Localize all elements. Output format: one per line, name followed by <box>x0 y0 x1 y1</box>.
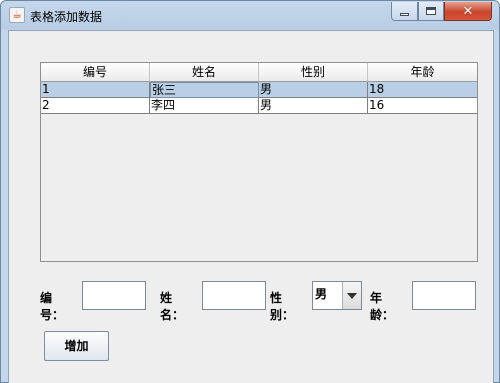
java-cup-icon: ☕ <box>9 7 25 23</box>
chevron-down-icon <box>347 292 357 299</box>
table-cell[interactable]: 男 <box>259 82 368 98</box>
id-label: 编号： <box>40 291 65 322</box>
app-window: ☕ 表格添加数据 ✕ 编号 姓名 性别 年龄 1 张三 男 18 2 李四 男 … <box>0 0 500 383</box>
gender-label: 性别： <box>270 291 295 322</box>
table-cell[interactable]: 1 <box>41 82 150 98</box>
table-row[interactable]: 1 张三 男 18 <box>41 82 477 98</box>
gender-combobox[interactable]: 男 <box>312 281 362 310</box>
window-frame: ☕ 表格添加数据 ✕ 编号 姓名 性别 年龄 1 张三 男 18 2 李四 男 … <box>0 0 500 383</box>
table-cell[interactable]: 18 <box>368 82 477 98</box>
column-header-age[interactable]: 年龄 <box>368 63 477 82</box>
name-label: 姓名： <box>160 291 185 322</box>
table-cell[interactable]: 2 <box>41 98 150 114</box>
close-button[interactable]: ✕ <box>444 2 492 21</box>
table-cell[interactable]: 李四 <box>150 98 259 114</box>
maximize-icon <box>426 7 436 15</box>
data-table[interactable]: 编号 姓名 性别 年龄 1 张三 男 18 2 李四 男 16 <box>40 62 478 262</box>
age-label: 年龄： <box>370 291 395 322</box>
name-field[interactable] <box>202 281 266 310</box>
table-row[interactable]: 2 李四 男 16 <box>41 98 477 114</box>
table-header: 编号 姓名 性别 年龄 <box>41 63 477 82</box>
column-header-gender[interactable]: 性别 <box>259 63 368 82</box>
close-icon: ✕ <box>462 3 474 19</box>
window-title: 表格添加数据 <box>30 10 103 24</box>
id-field[interactable] <box>82 281 146 310</box>
table-cell[interactable]: 男 <box>259 98 368 114</box>
table-cell[interactable]: 16 <box>368 98 477 114</box>
title-bar[interactable]: ☕ 表格添加数据 ✕ <box>1 1 500 30</box>
table-cell[interactable]: 张三 <box>150 82 259 98</box>
gender-selected-value: 男 <box>313 282 343 309</box>
column-header-name[interactable]: 姓名 <box>150 63 259 82</box>
dropdown-arrow-button[interactable] <box>343 282 361 309</box>
minimize-button[interactable] <box>391 2 418 21</box>
minimize-icon <box>400 12 409 16</box>
add-button[interactable]: 增加 <box>44 331 109 361</box>
maximize-button[interactable] <box>418 2 444 21</box>
age-field[interactable] <box>412 281 476 310</box>
content-panel: 编号 姓名 性别 年龄 1 张三 男 18 2 李四 男 16 编号： 姓名： … <box>8 30 494 383</box>
column-header-id[interactable]: 编号 <box>41 63 150 82</box>
